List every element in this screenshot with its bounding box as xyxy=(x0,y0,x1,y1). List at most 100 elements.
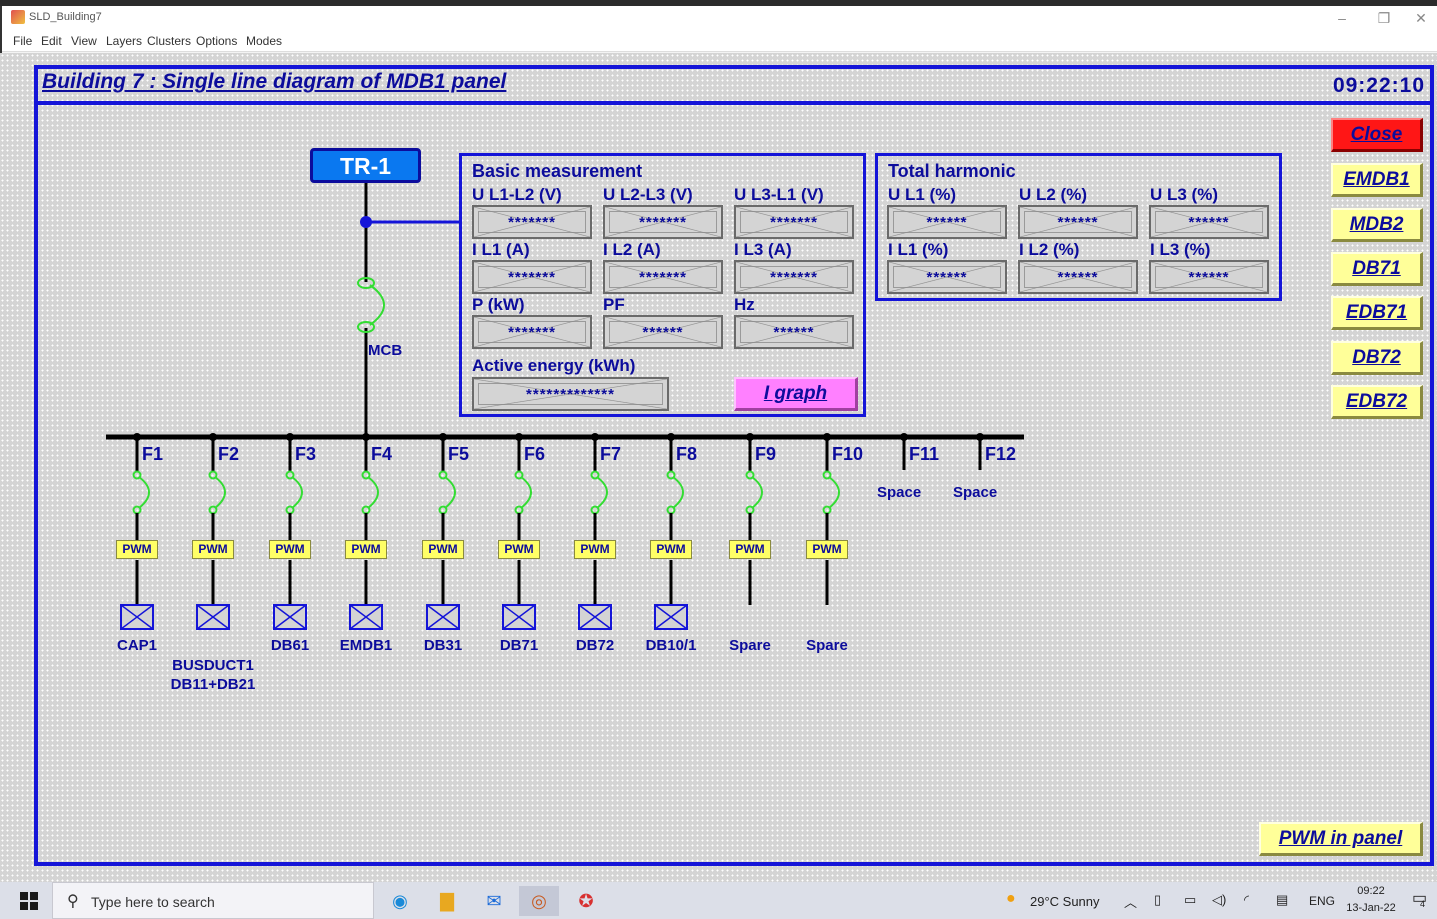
pwm-tag-f9[interactable]: PWM xyxy=(729,540,771,559)
search-placeholder: Type here to search xyxy=(91,894,215,910)
label-i-l3: I L3 (A) xyxy=(734,240,792,259)
feeder-f5-breaker[interactable] xyxy=(433,470,457,514)
label-u-l2-l3: U L2-L3 (V) xyxy=(603,185,693,204)
value-u-l2-l3: ******* xyxy=(603,205,723,239)
pwm-tag-f10[interactable]: PWM xyxy=(806,540,848,559)
load-label-f10: Spare xyxy=(806,637,848,654)
value-thd-u-l3: ****** xyxy=(1149,205,1269,239)
edge-icon[interactable]: ◉ xyxy=(380,886,420,916)
notification-count: 4 xyxy=(1420,899,1426,909)
label-thd-u-l2: U L2 (%) xyxy=(1019,185,1087,204)
label-thd-u-l1: U L1 (%) xyxy=(888,185,956,204)
taskbar-date[interactable]: 13-Jan-22 xyxy=(1343,902,1399,914)
feeder-f10-breaker[interactable] xyxy=(817,470,841,514)
pwm-tag-f4[interactable]: PWM xyxy=(345,540,387,559)
space-label-f11: Space xyxy=(877,484,922,501)
label-thd-u-l3: U L3 (%) xyxy=(1150,185,1218,204)
start-button[interactable] xyxy=(20,892,38,910)
value-p-kw: ******* xyxy=(472,315,592,349)
load-box-f7[interactable] xyxy=(578,604,612,630)
mail-icon[interactable]: ✉ xyxy=(474,886,514,916)
pwm-tag-f6[interactable]: PWM xyxy=(498,540,540,559)
label-i-l1: I L1 (A) xyxy=(472,240,530,259)
load-box-f3[interactable] xyxy=(273,604,307,630)
pwm-tag-f1[interactable]: PWM xyxy=(116,540,158,559)
value-u-l3-l1: ******* xyxy=(734,205,854,239)
value-active-energy: ************* xyxy=(472,377,669,411)
feeder-f4-breaker[interactable] xyxy=(356,470,380,514)
meter-tap-node xyxy=(360,216,372,228)
feeder-f3-breaker[interactable] xyxy=(280,470,304,514)
feeder-f1-breaker[interactable] xyxy=(127,470,151,514)
load-label-f2: BUSDUCT1 xyxy=(172,657,254,674)
pwm-tag-f7[interactable]: PWM xyxy=(574,540,616,559)
feeder-f8-breaker[interactable] xyxy=(661,470,685,514)
feeder-f12-lines xyxy=(976,433,984,470)
single-line-diagram xyxy=(106,183,1024,630)
pwm-tag-f8[interactable]: PWM xyxy=(650,540,692,559)
feeder-label-f1: F1 xyxy=(142,444,164,464)
load-label-f1: CAP1 xyxy=(116,637,157,654)
label-thd-i-l1: I L1 (%) xyxy=(888,240,949,259)
tablet-icon[interactable]: ▤ xyxy=(1276,892,1288,908)
load-box-f5[interactable] xyxy=(426,604,460,630)
label-thd-i-l3: I L3 (%) xyxy=(1150,240,1211,259)
load-box-f2[interactable] xyxy=(196,604,230,630)
i-graph-button[interactable]: I graph xyxy=(734,377,858,411)
feeder-label-f7: F7 xyxy=(600,444,622,464)
tool-app-icon[interactable]: ✪ xyxy=(566,886,606,916)
feeder-label-f12: F12 xyxy=(985,444,1017,464)
feeder-f2-breaker[interactable] xyxy=(203,470,227,514)
feeder-label-f10: F10 xyxy=(832,444,864,464)
taskbar-time[interactable]: 09:22 xyxy=(1351,885,1391,897)
feeder-label-f5: F5 xyxy=(448,444,470,464)
load-box-f1[interactable] xyxy=(120,604,154,630)
value-hz: ****** xyxy=(734,315,854,349)
device-icon[interactable]: ▯ xyxy=(1154,892,1161,908)
value-thd-i-l2: ****** xyxy=(1018,260,1138,294)
weather-icon: ● xyxy=(1006,890,1016,907)
pwm-tag-f2[interactable]: PWM xyxy=(192,540,234,559)
file-explorer-icon[interactable]: ▇ xyxy=(427,886,467,916)
load-label-f2-line2: DB11+DB21 xyxy=(170,676,256,693)
value-i-l3: ******* xyxy=(734,260,854,294)
value-i-l1: ******* xyxy=(472,260,592,294)
load-box-f6[interactable] xyxy=(502,604,536,630)
label-u-l3-l1: U L3-L1 (V) xyxy=(734,185,824,204)
value-thd-u-l1: ****** xyxy=(887,205,1007,239)
scada-app-icon[interactable]: ◎ xyxy=(519,886,559,916)
label-p-kw: P (kW) xyxy=(472,295,525,314)
label-u-l1-l2: U L1-L2 (V) xyxy=(472,185,562,204)
volume-icon[interactable]: ◁) xyxy=(1212,892,1226,908)
label-active-energy: Active energy (kWh) xyxy=(472,356,636,375)
pwm-tag-f3[interactable]: PWM xyxy=(269,540,311,559)
feeder-label-f9: F9 xyxy=(755,444,777,464)
feeder-label-f11: F11 xyxy=(909,444,940,464)
load-box-f8[interactable] xyxy=(654,604,688,630)
taskbar-search[interactable]: ⚲ Type here to search xyxy=(52,882,374,919)
feeder-label-f3: F3 xyxy=(295,444,317,464)
value-pf: ****** xyxy=(603,315,723,349)
value-thd-u-l2: ****** xyxy=(1018,205,1138,239)
wifi-icon[interactable]: ◜ xyxy=(1244,892,1249,908)
load-box-f4[interactable] xyxy=(349,604,383,630)
feeder-f11-lines xyxy=(900,433,908,470)
main-breaker-symbol xyxy=(357,277,385,333)
pwm-tag-f5[interactable]: PWM xyxy=(422,540,464,559)
weather-text[interactable]: 29°C Sunny xyxy=(1030,894,1100,909)
value-thd-i-l1: ****** xyxy=(887,260,1007,294)
taskbar: ⚲ Type here to search ◉ ▇ ✉ ◎ ✪ ● 29°C S… xyxy=(0,882,1437,919)
label-i-l2: I L2 (A) xyxy=(603,240,661,259)
total-harmonic-title: Total harmonic xyxy=(888,161,1016,181)
space-label-f12: Space xyxy=(953,484,998,501)
transformer-tr1[interactable]: TR-1 xyxy=(310,148,421,183)
feeder-f7-breaker[interactable] xyxy=(585,470,609,514)
value-i-l2: ******* xyxy=(603,260,723,294)
basic-measurement-title: Basic measurement xyxy=(472,161,643,181)
feeder-f9-breaker[interactable] xyxy=(740,470,764,514)
battery-icon[interactable]: ▭ xyxy=(1184,892,1196,908)
mcb-label: MCB xyxy=(368,342,403,359)
chevron-up-icon[interactable]: ︿ xyxy=(1124,892,1137,911)
feeder-f6-breaker[interactable] xyxy=(509,470,533,514)
language-indicator[interactable]: ENG xyxy=(1309,894,1335,908)
